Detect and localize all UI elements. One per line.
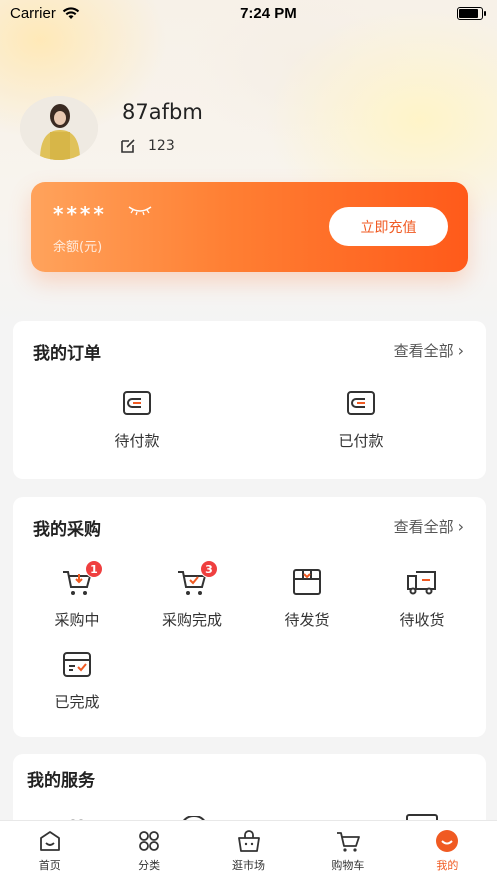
username: 87afbm: [122, 100, 203, 124]
balance-label: 余额(元): [53, 240, 103, 255]
category-icon: [139, 831, 160, 851]
purchase-item-awaiting-delivery[interactable]: 待收货: [362, 567, 482, 630]
purchases-card: 我的采购 查看全部 › 1 采购中 3 采购完成 待发货 待收货 已完成: [13, 497, 486, 737]
tab-label: 购物车: [331, 859, 365, 872]
tab-label: 逛市场: [232, 859, 266, 872]
recharge-button[interactable]: 立即充值: [329, 207, 448, 246]
order-item-label: 已付款: [338, 432, 384, 450]
purchase-item-in-progress[interactable]: 1 采购中: [17, 560, 137, 630]
tab-label: 首页: [38, 859, 61, 872]
status-bar: Carrier 7:24 PM: [0, 0, 497, 26]
edit-icon[interactable]: [120, 138, 136, 154]
status-time: 7:24 PM: [240, 4, 297, 22]
carrier-info: Carrier: [10, 5, 80, 22]
orders-title: 我的订单: [33, 344, 101, 364]
purchase-badge: 1: [85, 560, 103, 578]
order-item-pending-payment[interactable]: 待付款: [77, 388, 197, 451]
purchase-item-label: 待收货: [399, 611, 445, 629]
purchase-item-label: 已完成: [54, 693, 100, 711]
purchase-item-label: 采购完成: [161, 611, 222, 629]
user-id: 123: [148, 138, 175, 154]
purchases-view-all-link[interactable]: 查看全部 ›: [394, 516, 464, 537]
tab-label: 分类: [138, 859, 161, 872]
tab-bar: 首页 分类 逛市场 购物车 我的: [0, 820, 497, 883]
wallet-icon: [123, 391, 151, 415]
purchase-item-completed[interactable]: 3 采购完成: [132, 560, 252, 630]
chevron-right-icon: ›: [457, 341, 464, 360]
box-check-icon: [63, 652, 91, 677]
chevron-right-icon: ›: [457, 517, 464, 536]
home-icon: [39, 831, 60, 851]
purchase-item-awaiting-shipment[interactable]: 待发货: [247, 567, 367, 630]
carrier-label: Carrier: [10, 4, 56, 22]
tab-cart[interactable]: 购物车: [298, 821, 397, 883]
balance-value: ****: [53, 202, 107, 226]
wifi-icon: [62, 6, 80, 19]
orders-view-all-link[interactable]: 查看全部 ›: [394, 340, 464, 361]
purchase-item-done[interactable]: 已完成: [17, 649, 137, 712]
package-icon: [293, 569, 321, 595]
cart-icon: [336, 832, 360, 852]
purchase-badge: 3: [200, 560, 218, 578]
purchases-view-all-label: 查看全部: [393, 518, 454, 536]
battery-icon: [456, 6, 486, 20]
tab-label: 我的: [436, 859, 459, 872]
purchase-item-label: 待发货: [284, 611, 330, 629]
orders-card: 我的订单 查看全部 › 待付款 已付款: [13, 321, 486, 479]
truck-icon: [407, 571, 436, 595]
purchase-item-label: 采购中: [54, 611, 100, 629]
market-icon: [237, 830, 260, 852]
orders-view-all-label: 查看全部: [393, 342, 454, 360]
eye-closed-icon[interactable]: [127, 204, 153, 216]
purchases-title: 我的采购: [33, 520, 101, 540]
tab-market[interactable]: 逛市场: [199, 821, 298, 883]
profile-icon: [436, 830, 459, 852]
order-item-paid[interactable]: 已付款: [301, 388, 421, 451]
services-title: 我的服务: [27, 771, 95, 791]
tab-category[interactable]: 分类: [99, 821, 198, 883]
balance-card: **** 余额(元) 立即充值: [31, 182, 468, 272]
tab-home[interactable]: 首页: [0, 821, 99, 883]
wallet-icon: [347, 391, 375, 415]
header-background: [0, 0, 497, 330]
order-item-label: 待付款: [114, 432, 160, 450]
tab-profile[interactable]: 我的: [398, 821, 497, 883]
avatar[interactable]: [20, 96, 98, 160]
